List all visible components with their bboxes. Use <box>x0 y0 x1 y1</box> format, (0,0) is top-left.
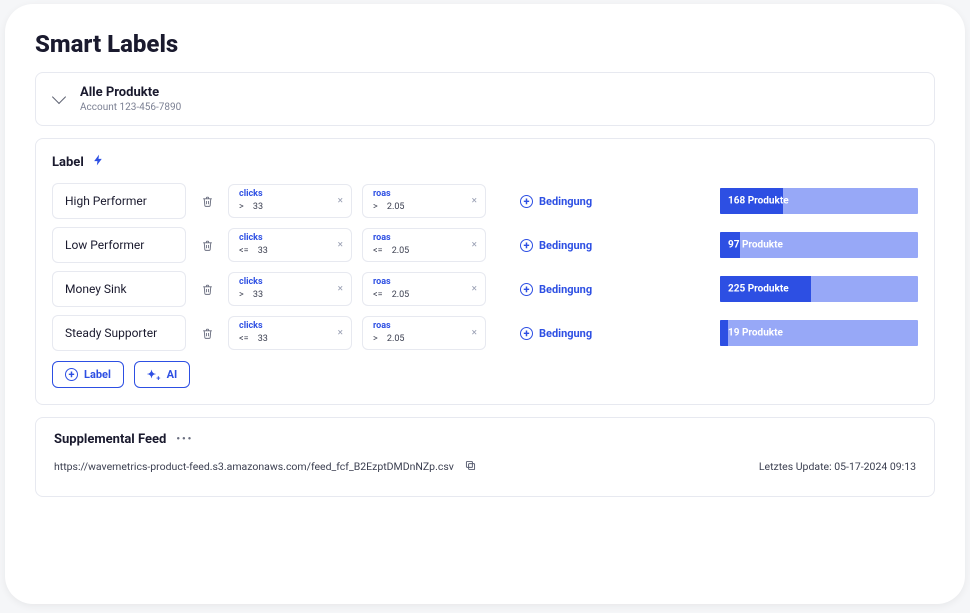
feed-url: https://wavemetrics-product-feed.s3.amaz… <box>54 460 454 473</box>
condition-metric: roas <box>373 189 404 200</box>
condition-metric: roas <box>373 321 404 332</box>
close-icon[interactable]: × <box>338 240 343 251</box>
condition-value: <= 33 <box>239 334 268 345</box>
label-row: Money Sink clicks > 33 × roas <= 2.05 × + Beding… <box>52 271 918 307</box>
close-icon[interactable]: × <box>472 240 477 251</box>
add-condition-button[interactable]: + Bedingung <box>520 239 592 252</box>
condition-value: > 2.05 <box>373 334 404 345</box>
close-icon[interactable]: × <box>472 328 477 339</box>
condition-box[interactable]: clicks <= 33 × <box>228 316 352 350</box>
label-name-input[interactable]: Steady Supporter <box>52 315 186 351</box>
labels-heading: Label <box>52 155 84 170</box>
trash-icon[interactable] <box>196 195 218 208</box>
add-label-button[interactable]: + Label <box>52 361 124 388</box>
condition-metric: clicks <box>239 233 268 244</box>
account-sub: Account 123-456-7890 <box>80 102 181 113</box>
condition-value: > 33 <box>239 202 263 213</box>
ai-text: AI <box>167 368 178 381</box>
close-icon[interactable]: × <box>472 196 477 207</box>
condition-box[interactable]: clicks > 33 × <box>228 272 352 306</box>
add-condition-button[interactable]: + Bedingung <box>520 283 592 296</box>
chevron-down-icon[interactable] <box>52 90 66 104</box>
ai-button[interactable]: ✦₊ AI <box>134 361 190 388</box>
feed-title: Supplemental Feed <box>54 432 166 447</box>
condition-metric: clicks <box>239 277 263 288</box>
labels-card: Label High Performer clicks > 33 × roas > 2.0… <box>35 138 935 405</box>
plus-circle-icon: + <box>520 283 533 296</box>
product-count-bar: 225 Produkte <box>720 276 918 302</box>
condition-box[interactable]: roas <= 2.05 × <box>362 272 486 306</box>
bar-fill <box>720 320 728 346</box>
plus-circle-icon: + <box>520 195 533 208</box>
condition-value: > 33 <box>239 290 263 301</box>
label-name-input[interactable]: Money Sink <box>52 271 186 307</box>
bolt-icon[interactable] <box>92 153 105 171</box>
copy-button[interactable] <box>464 457 477 476</box>
trash-icon[interactable] <box>196 327 218 340</box>
label-name-input[interactable]: High Performer <box>52 183 186 219</box>
add-condition-label: Bedingung <box>539 327 592 340</box>
product-count-text: 168 Produkte <box>728 196 789 207</box>
add-condition-label: Bedingung <box>539 239 592 252</box>
condition-value: > 2.05 <box>373 202 404 213</box>
condition-metric: clicks <box>239 189 263 200</box>
condition-value: <= 33 <box>239 246 268 257</box>
label-name-input[interactable]: Low Performer <box>52 227 186 263</box>
account-title: Alle Produkte <box>80 85 181 100</box>
product-count-text: 19 Produkte <box>728 328 783 339</box>
condition-box[interactable]: roas > 2.05 × <box>362 184 486 218</box>
condition-metric: clicks <box>239 321 268 332</box>
account-card[interactable]: Alle Produkte Account 123-456-7890 <box>35 72 935 126</box>
label-row: Low Performer clicks <= 33 × roas <= 2.05 × + Be… <box>52 227 918 263</box>
add-condition-button[interactable]: + Bedingung <box>520 195 592 208</box>
plus-circle-icon: + <box>520 239 533 252</box>
add-condition-label: Bedingung <box>539 195 592 208</box>
label-row: Steady Supporter clicks <= 33 × roas > 2.05 × +… <box>52 315 918 351</box>
condition-value: <= 2.05 <box>373 290 409 301</box>
condition-metric: roas <box>373 233 409 244</box>
product-count-text: 97 Produkte <box>728 240 783 251</box>
sparkle-icon: ✦₊ <box>147 368 161 381</box>
product-count-text: 225 Produkte <box>728 284 789 295</box>
close-icon[interactable]: × <box>472 284 477 295</box>
more-icon[interactable]: ••• <box>176 434 193 445</box>
condition-box[interactable]: roas > 2.05 × <box>362 316 486 350</box>
add-label-text: Label <box>84 368 111 381</box>
product-count-bar: 168 Produkte <box>720 188 918 214</box>
add-condition-button[interactable]: + Bedingung <box>520 327 592 340</box>
condition-value: <= 2.05 <box>373 246 409 257</box>
condition-box[interactable]: roas <= 2.05 × <box>362 228 486 262</box>
page-title: Smart Labels <box>35 30 935 58</box>
close-icon[interactable]: × <box>338 284 343 295</box>
condition-box[interactable]: clicks <= 33 × <box>228 228 352 262</box>
add-condition-label: Bedingung <box>539 283 592 296</box>
condition-box[interactable]: clicks > 33 × <box>228 184 352 218</box>
trash-icon[interactable] <box>196 239 218 252</box>
close-icon[interactable]: × <box>338 196 343 207</box>
product-count-bar: 19 Produkte <box>720 320 918 346</box>
close-icon[interactable]: × <box>338 328 343 339</box>
trash-icon[interactable] <box>196 283 218 296</box>
plus-circle-icon: + <box>520 327 533 340</box>
condition-metric: roas <box>373 277 409 288</box>
feed-card: Supplemental Feed ••• https://wavemetric… <box>35 417 935 497</box>
label-row: High Performer clicks > 33 × roas > 2.05 × + Bed… <box>52 183 918 219</box>
product-count-bar: 97 Produkte <box>720 232 918 258</box>
feed-last-update: Letztes Update: 05-17-2024 09:13 <box>759 460 916 473</box>
plus-circle-icon: + <box>65 368 78 381</box>
